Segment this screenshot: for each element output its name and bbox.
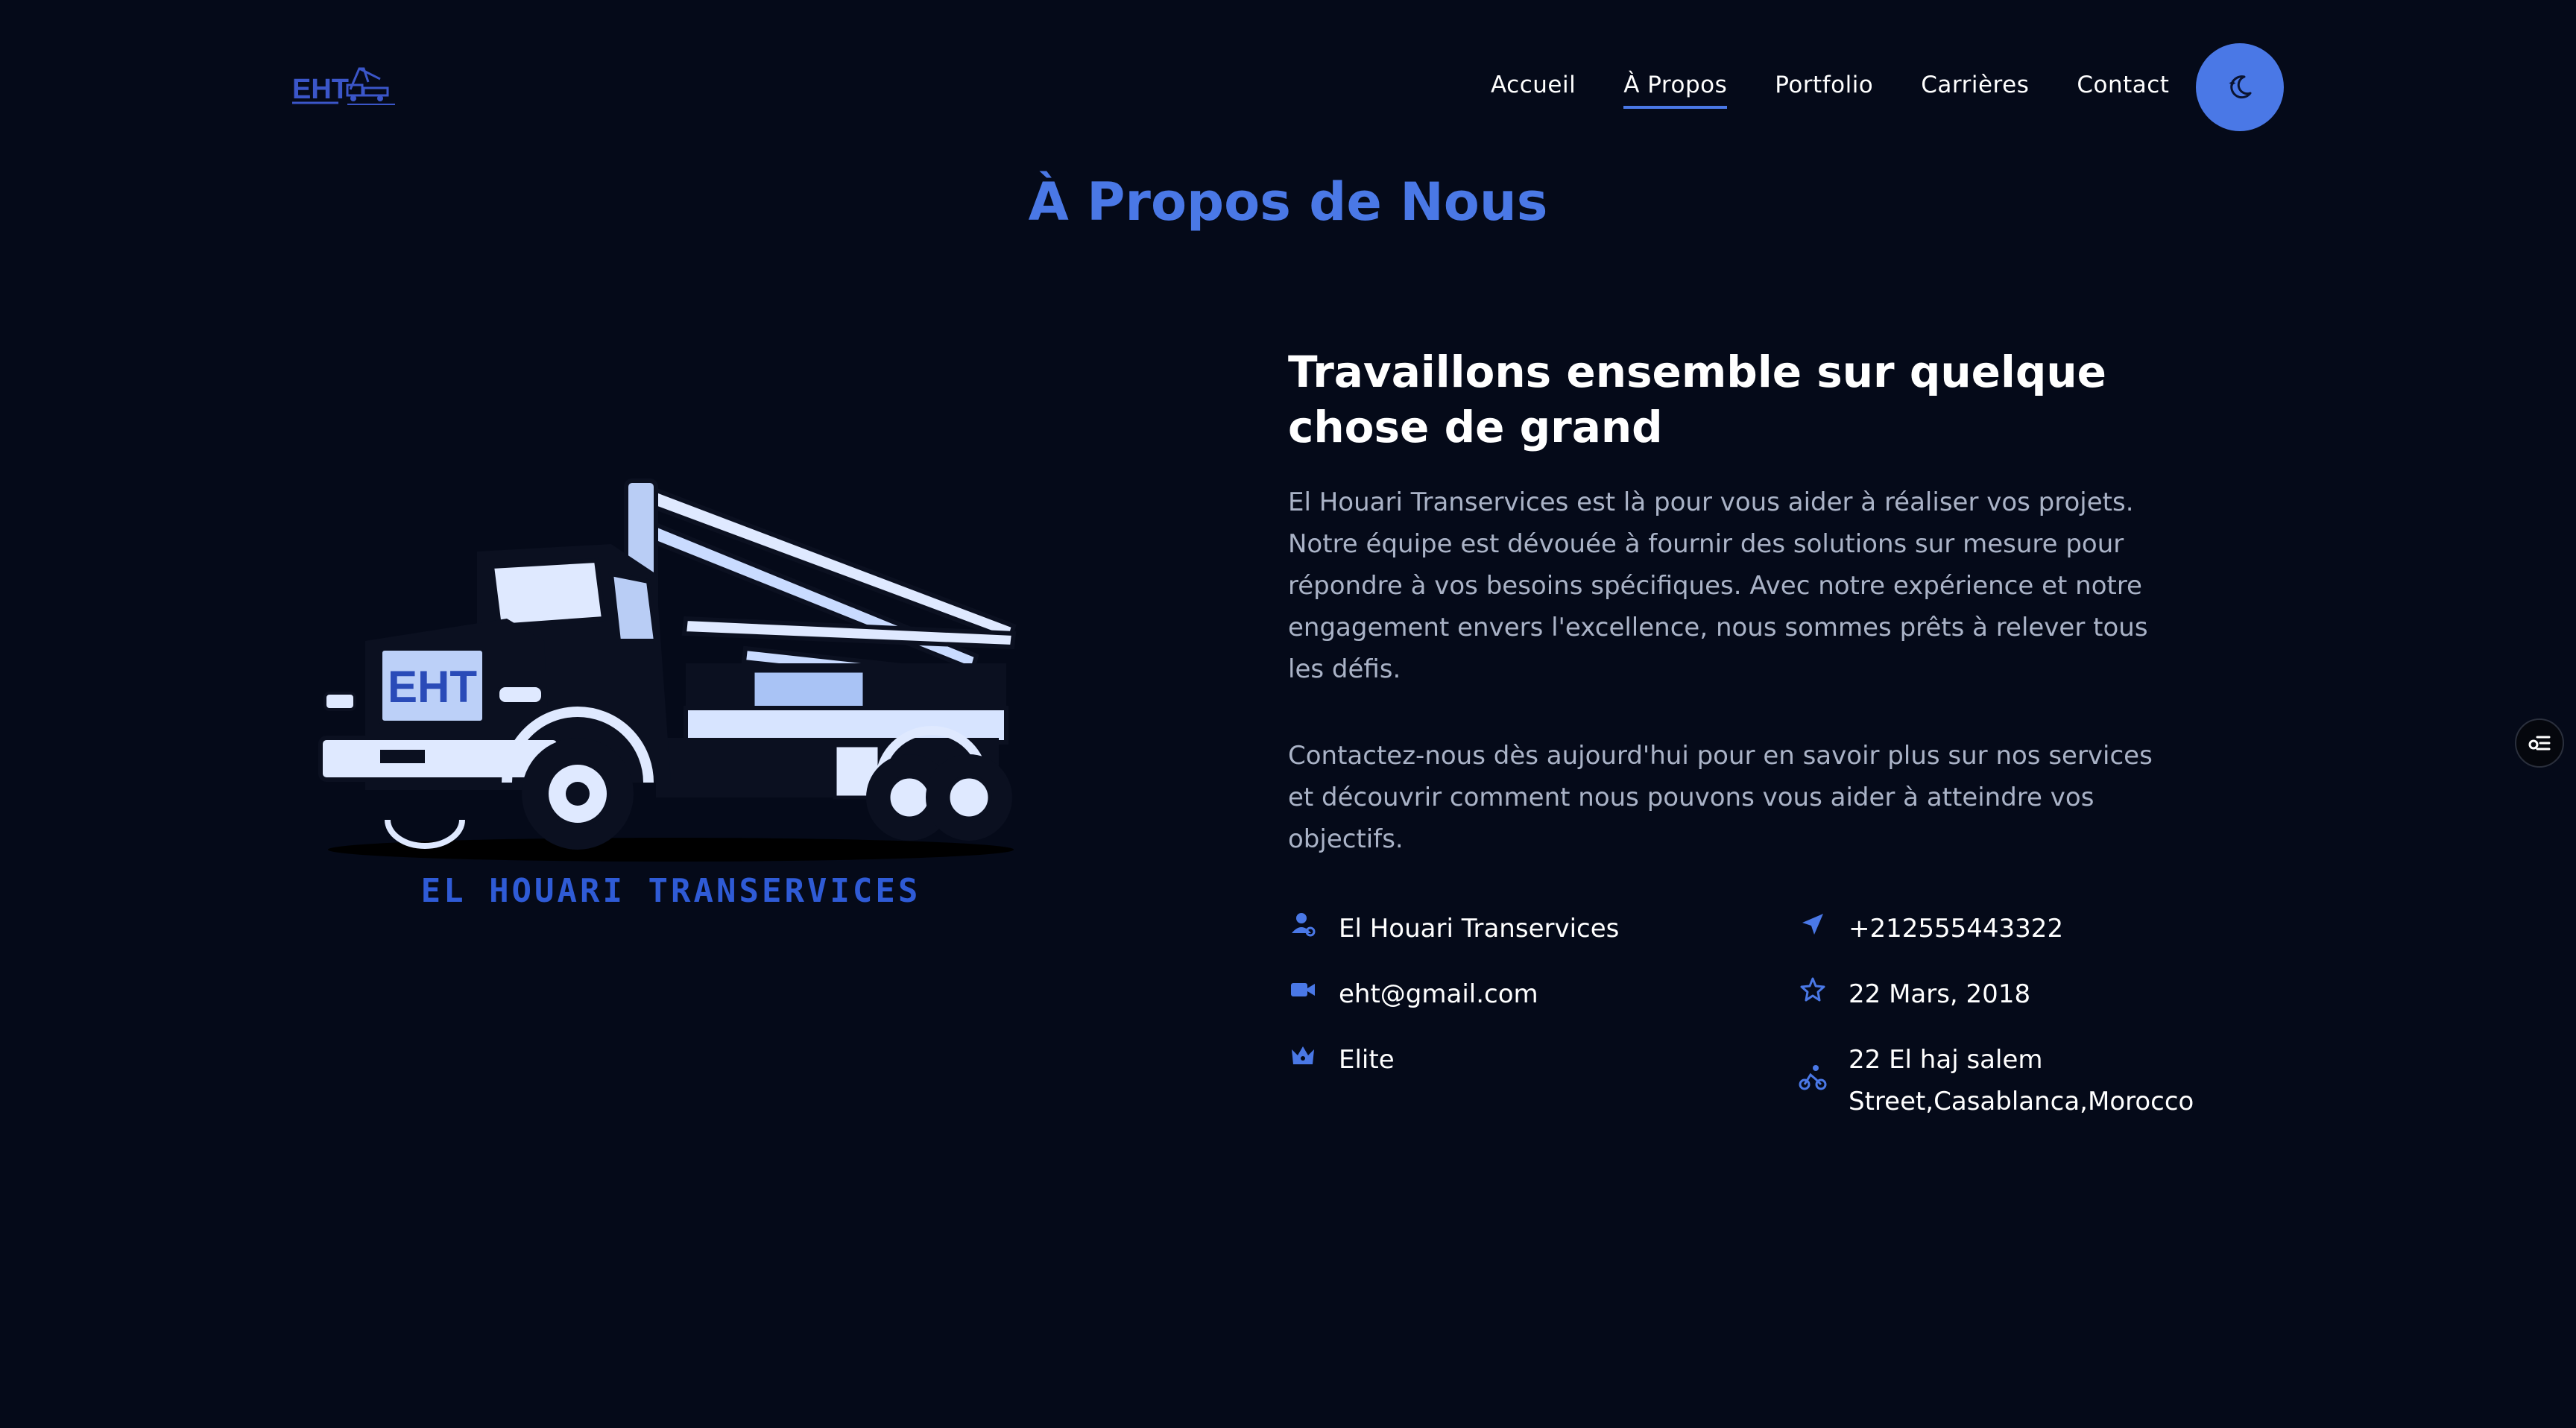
- info-phone: +212555443322: [1798, 908, 2063, 950]
- info-email-text[interactable]: eht@gmail.com: [1339, 973, 1538, 1015]
- company-illustration: EHT EL HOUARI TRANSERVICES: [298, 470, 1044, 917]
- moon-icon: [2229, 75, 2252, 99]
- bike-icon: [1799, 1065, 1827, 1090]
- crown-icon: [1292, 1046, 1314, 1064]
- truck-badge-text: EHT: [388, 662, 477, 712]
- info-phone-text[interactable]: +212555443322: [1849, 908, 2063, 950]
- about-paragraph-2: Contactez-nous dès aujourd'hui pour en s…: [1288, 741, 2153, 854]
- info-date: 22 Mars, 2018: [1798, 973, 2030, 1015]
- info-address-text: 22 El haj salem Street,Casablanca,Morocc…: [1849, 1045, 2194, 1116]
- nav-link-portfolio[interactable]: Portfolio: [1775, 72, 1873, 109]
- settings-icon: [2528, 736, 2551, 751]
- info-name-text: El Houari Transervices: [1339, 914, 1620, 944]
- info-name: El Houari Transervices: [1288, 908, 1619, 950]
- user-icon: [1292, 913, 1316, 937]
- nav-link-accueil[interactable]: Accueil: [1491, 72, 1576, 109]
- logo-text: EHT: [292, 74, 349, 105]
- about-paragraph-1: El Houari Transervices est là pour vous …: [1288, 487, 2148, 684]
- about-heading: Travaillons ensemble sur quelque chose d…: [1288, 347, 2107, 452]
- about-page: EHT Accueil À Propos Portfolio Carrières…: [0, 0, 2576, 1428]
- truck-caption: EL HOUARI TRANSERVICES: [421, 872, 921, 910]
- main-nav: Accueil À Propos Portfolio Carrières Con…: [1491, 72, 2217, 109]
- info-address: 22 El haj salem Street,Casablanca,Morocc…: [1798, 1039, 2221, 1122]
- theme-toggle-button[interactable]: [2196, 43, 2284, 131]
- nav-link-contact[interactable]: Contact: [2077, 72, 2169, 109]
- video-icon: [1291, 983, 1315, 996]
- site-logo[interactable]: EHT: [291, 60, 397, 110]
- truck-illustration: EHT EL HOUARI TRANSERVICES: [318, 478, 1017, 910]
- info-date-text: 22 Mars, 2018: [1849, 979, 2031, 1009]
- nav-link-carrieres[interactable]: Carrières: [1921, 72, 2029, 109]
- nav-link-a-propos[interactable]: À Propos: [1623, 72, 1728, 109]
- info-email: eht@gmail.com: [1288, 973, 1538, 1015]
- about-content: Travaillons ensemble sur quelque chose d…: [1288, 344, 2257, 860]
- settings-widget-button[interactable]: [2515, 718, 2564, 768]
- section-title: À Propos de Nous: [1028, 171, 1548, 233]
- send-icon: [1802, 914, 1823, 935]
- logo-graphic: EHT: [292, 67, 395, 105]
- info-level-text: Elite: [1339, 1045, 1395, 1075]
- star-icon: [1800, 977, 1825, 1002]
- info-level: Elite: [1288, 1039, 1395, 1081]
- company-info: El Houari Transervices +212555443322 eht…: [1288, 908, 2257, 1131]
